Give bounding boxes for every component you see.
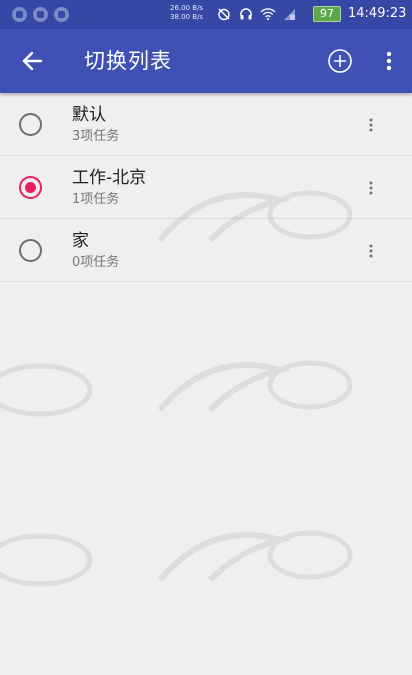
more-vert-icon: [369, 244, 373, 258]
more-vert-icon: [369, 118, 373, 132]
notification-icons: [12, 7, 69, 22]
status-time: 14:49:23: [348, 6, 407, 21]
status-bar: 26.00 B/s 38.00 B/s 97 14:49:23: [0, 0, 412, 29]
headset-icon: [238, 5, 254, 23]
list-name: 工作-北京: [72, 168, 147, 188]
alarm-off-icon: [216, 5, 232, 23]
task-count: 3项任务: [72, 129, 120, 144]
add-list-button[interactable]: [326, 47, 354, 75]
item-menu-button[interactable]: [360, 239, 382, 263]
task-count: 0项任务: [72, 255, 120, 270]
more-vert-icon: [386, 51, 392, 71]
item-menu-button[interactable]: [360, 113, 382, 137]
list-item-home[interactable]: 家 0项任务: [0, 219, 412, 282]
radio-button-selected[interactable]: [19, 176, 42, 199]
task-list-selector: 默认 3项任务 工作-北京 1项任务 家 0项任务: [0, 93, 412, 282]
add-circle-icon: [328, 49, 352, 73]
back-button[interactable]: [18, 47, 46, 75]
radio-button[interactable]: [19, 113, 42, 136]
battery-indicator: 97: [313, 6, 341, 22]
task-count: 1项任务: [72, 192, 120, 207]
watermark: [157, 360, 353, 413]
radio-button[interactable]: [19, 239, 42, 262]
more-vert-icon: [369, 181, 373, 195]
list-name: 默认: [72, 105, 106, 125]
list-item-default[interactable]: 默认 3项任务: [0, 93, 412, 156]
notification-icon: [33, 7, 48, 22]
overflow-menu-button[interactable]: [376, 47, 402, 75]
list-name: 家: [72, 231, 89, 251]
net-speed-down: 38.00 B/s: [170, 13, 204, 21]
notification-icon: [12, 7, 27, 22]
arrow-back-icon: [22, 51, 43, 71]
list-item-work-beijing[interactable]: 工作-北京 1项任务: [0, 156, 412, 219]
network-speed: 26.00 B/s 38.00 B/s: [170, 4, 203, 22]
status-icons: [216, 5, 298, 23]
image-icon: [54, 7, 69, 22]
net-speed-up: 26.00 B/s: [170, 4, 204, 12]
watermark: [157, 530, 353, 583]
signal-icon: [282, 5, 298, 23]
wifi-icon: [260, 5, 276, 23]
app-toolbar: 切换列表: [0, 29, 412, 93]
page-title: 切换列表: [84, 49, 172, 73]
item-menu-button[interactable]: [360, 176, 382, 200]
watermark: [0, 533, 93, 587]
watermark: [0, 363, 93, 417]
